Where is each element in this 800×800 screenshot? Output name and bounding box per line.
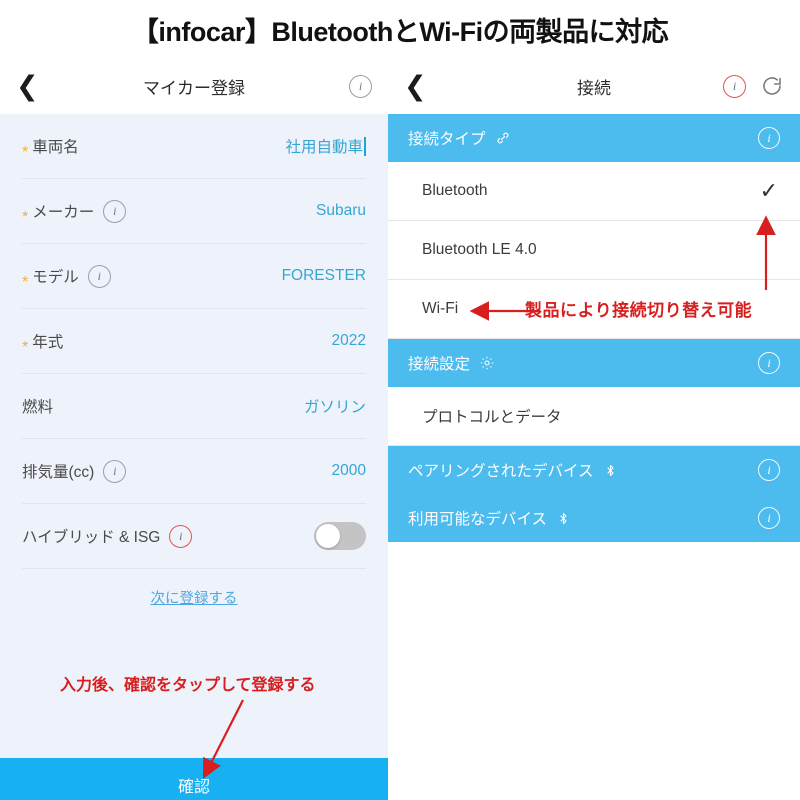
required-star-icon: * <box>22 144 29 161</box>
info-circle-icon[interactable]: i <box>758 459 780 481</box>
label-group: * モデル i <box>22 261 111 291</box>
chevron-left-icon[interactable]: ❮ <box>404 73 438 100</box>
hybrid-isg-toggle[interactable] <box>314 522 366 550</box>
section-title: 接続設定 <box>408 356 471 373</box>
chevron-left-icon[interactable]: ❮ <box>16 73 50 100</box>
option-label: Bluetooth <box>422 182 488 199</box>
option-label: Wi-Fi <box>422 300 459 317</box>
form-row-fuel[interactable]: 燃料 ガソリン <box>22 374 366 439</box>
left-navbar-actions: i <box>349 74 372 98</box>
field-label: ハイブリッド & ISG <box>22 529 161 546</box>
info-circle-icon[interactable]: i <box>758 507 780 529</box>
field-label: 燃料 <box>22 399 54 416</box>
field-value: 社用自動車 <box>285 139 363 156</box>
right-phone-panel: ❮ 接続 i 接続タイプ i Bluetooth ✓ Bluetooth LE … <box>388 58 800 800</box>
option-label: プロトコルとデータ <box>422 409 562 426</box>
label-group: ハイブリッド & ISG i <box>22 524 193 548</box>
section-title: ペアリングされたデバイス <box>408 463 594 480</box>
option-row-wifi[interactable]: Wi-Fi <box>388 280 800 339</box>
required-star-icon: * <box>22 209 29 226</box>
required-star-icon: * <box>22 339 29 356</box>
field-value[interactable]: Subaru <box>316 202 366 220</box>
left-navbar: ❮ マイカー登録 i <box>0 58 388 114</box>
info-circle-icon[interactable]: i <box>723 74 746 98</box>
field-label: メーカー <box>32 204 95 221</box>
info-circle-icon[interactable]: i <box>758 352 780 374</box>
banner-title: 【infocar】BluetoothとWi-Fiの両製品に対応 <box>131 16 669 47</box>
confirm-button[interactable]: 確認 <box>0 758 388 800</box>
field-value[interactable]: 2022 <box>332 332 366 350</box>
form-row-hybrid-isg[interactable]: ハイブリッド & ISG i <box>22 504 366 569</box>
toggle-knob <box>316 524 340 548</box>
label-group: * 年式 <box>22 326 63 356</box>
info-circle-icon[interactable]: i <box>87 264 111 288</box>
info-circle-icon[interactable]: i <box>758 127 780 149</box>
right-navbar: ❮ 接続 i <box>388 58 800 114</box>
section-header-paired-devices[interactable]: ペアリングされたデバイス i <box>388 446 800 494</box>
field-label: 排気量(cc) <box>22 464 95 481</box>
section-header-connection-type[interactable]: 接続タイプ i <box>388 114 800 162</box>
gear-icon <box>479 355 495 371</box>
info-circle-icon[interactable]: i <box>169 524 193 548</box>
next-register-link[interactable]: 次に登録する <box>151 587 238 608</box>
form-row-maker[interactable]: * メーカー i Subaru <box>22 179 366 244</box>
screenshot-root: 【infocar】BluetoothとWi-Fiの両製品に対応 ❮ マイカー登録… <box>0 0 800 800</box>
form-row-displacement[interactable]: 排気量(cc) i 2000 <box>22 439 366 504</box>
label-group: 燃料 <box>22 395 53 417</box>
next-register-link-row: 次に登録する <box>22 569 366 625</box>
form-row-vehicle-name[interactable]: * 車両名 社用自動車 <box>22 114 366 179</box>
bluetooth-icon <box>603 463 618 478</box>
info-circle-icon[interactable]: i <box>349 74 372 98</box>
field-label: 年式 <box>32 334 64 351</box>
field-value-wrap[interactable]: 社用自動車 <box>285 135 366 157</box>
field-label: モデル <box>32 269 79 286</box>
link-icon <box>495 130 511 146</box>
section-header-available-devices[interactable]: 利用可能なデバイス i <box>388 494 800 542</box>
left-page-title: マイカー登録 <box>143 78 245 98</box>
check-icon: ✓ <box>759 178 778 203</box>
option-row-bluetooth[interactable]: Bluetooth ✓ <box>388 162 800 221</box>
field-value[interactable]: FORESTER <box>282 267 366 285</box>
confirm-button-label: 確認 <box>177 779 210 796</box>
section-title: 接続タイプ <box>408 131 486 148</box>
right-navbar-actions: i <box>723 74 784 98</box>
required-star-icon: * <box>22 274 29 291</box>
bluetooth-icon <box>556 511 571 526</box>
refresh-icon[interactable] <box>760 74 784 98</box>
left-phone-panel: ❮ マイカー登録 i * 車両名 社用自動車 * メーカー i Subaru *… <box>0 58 388 800</box>
label-group: * メーカー i <box>22 196 127 226</box>
field-label: 車両名 <box>32 139 79 156</box>
info-circle-icon[interactable]: i <box>103 459 127 483</box>
option-row-protocol-data[interactable]: プロトコルとデータ <box>388 387 800 446</box>
banner: 【infocar】BluetoothとWi-Fiの両製品に対応 <box>0 0 800 58</box>
label-group: * 車両名 <box>22 131 79 161</box>
info-circle-icon[interactable]: i <box>103 199 127 223</box>
option-label: Bluetooth LE 4.0 <box>422 241 537 258</box>
form-row-year[interactable]: * 年式 2022 <box>22 309 366 374</box>
section-title: 利用可能なデバイス <box>408 511 548 528</box>
vehicle-registration-form: * 車両名 社用自動車 * メーカー i Subaru * モデル i FORE… <box>0 114 388 625</box>
form-row-model[interactable]: * モデル i FORESTER <box>22 244 366 309</box>
field-value[interactable]: 2000 <box>332 462 366 480</box>
section-header-connection-settings[interactable]: 接続設定 i <box>388 339 800 387</box>
label-group: 排気量(cc) i <box>22 459 127 483</box>
option-row-bluetooth-le[interactable]: Bluetooth LE 4.0 <box>388 221 800 280</box>
field-value[interactable]: ガソリン <box>304 395 366 417</box>
text-cursor <box>364 136 366 156</box>
